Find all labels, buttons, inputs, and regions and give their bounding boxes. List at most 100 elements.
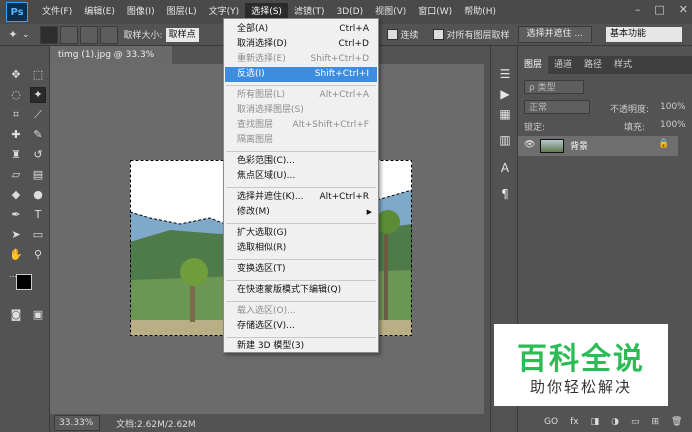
menu-help[interactable]: 帮助(H) [458,3,502,21]
sample-size-label: 取样大小: [123,31,163,41]
menu-item-grow[interactable]: 扩大选取(G) [225,226,377,241]
blur-icon[interactable]: ◆ [9,188,23,202]
zoom-field[interactable]: 33.33% [54,415,100,431]
menu-item-modify[interactable]: 修改(M) ▶ [225,205,377,220]
menu-item-new-3d-model[interactable]: 新建 3D 模型(3) [225,339,377,354]
menu-item-find-layers[interactable]: 查找图层 Alt+Shift+Ctrl+F [225,118,377,133]
hand-icon[interactable]: ✋ [9,248,23,262]
eyedropper-icon[interactable]: ⟋ [31,108,45,122]
crop-icon[interactable]: ⌗ [9,108,23,122]
subtract-from-selection-button[interactable] [79,25,98,44]
layer-row[interactable]: 👁 背景 🔒 [518,136,678,156]
trash-icon[interactable]: 🗑 [671,417,682,427]
sample-all-layers-label: 对所有图层取样 [446,31,510,41]
menu-layer[interactable]: 图层(L) [161,3,203,21]
properties-icon[interactable]: ▥ [497,132,513,148]
menu-separator [226,223,376,224]
layer-name[interactable]: 背景 [570,139,588,152]
rectangle-icon[interactable]: ▭ [31,228,45,242]
menu-item-similar[interactable]: 选取相似(R) [225,241,377,256]
eye-icon[interactable]: 👁 [524,140,536,152]
add-mask-icon[interactable]: ◨ [591,417,600,427]
select-and-mask-button[interactable]: 选择并遮住 ... [517,26,592,43]
document-tab[interactable]: timg (1).jpg @ 33.3%(RGB/8#) [50,46,172,78]
menu-separator [226,85,376,86]
dodge-icon[interactable]: ● [31,188,45,202]
fill-value[interactable]: 100% [660,120,686,130]
menu-file[interactable]: 文件(F) [36,3,78,21]
submenu-arrow-icon: ▶ [366,208,372,216]
menu-window[interactable]: 窗口(W) [412,3,458,21]
menu-item-reselect[interactable]: 重新选择(E) Shift+Ctrl+D [225,52,377,67]
menu-separator [226,259,376,260]
menu-item-deselect-layers[interactable]: 取消选择图层(S) [225,103,377,118]
sample-size-select[interactable]: 取样点 [165,27,199,42]
gradient-icon[interactable]: ▤ [31,168,45,182]
menu-item-transform-selection[interactable]: 变换选区(T) [225,262,377,277]
menu-item-load-selection[interactable]: 载入选区(O)... [225,304,377,319]
type-icon[interactable]: T [31,208,45,222]
new-group-icon[interactable]: ▭ [631,417,640,427]
close-icon[interactable]: ✕ [679,3,688,16]
menu-item-save-selection[interactable]: 存储选区(V)... [225,319,377,334]
pen-icon[interactable]: ✒ [9,208,23,222]
tab-paths[interactable]: 路径 [578,56,608,74]
select-menu-dropdown: 全部(A) Ctrl+A 取消选择(D) Ctrl+D 重新选择(E) Shift+C… [223,18,379,353]
magic-wand-icon[interactable]: ✦ [30,87,46,103]
eraser-icon[interactable]: ▱ [9,168,23,182]
foreground-color-swatch[interactable] [16,274,32,290]
tab-channels[interactable]: 通道 [548,56,578,74]
path-selection-icon[interactable]: ➤ [9,228,23,242]
magic-wand-preset-icon[interactable]: ✦ [6,28,20,42]
clone-stamp-icon[interactable]: ♜ [9,148,23,162]
menu-separator [226,301,376,302]
opacity-value[interactable]: 100% [660,102,686,112]
quick-mask-icon[interactable]: ◙ [9,308,23,322]
play-icon[interactable]: ▶ [497,86,513,102]
menu-item-inverse[interactable]: 反选(I) Shift+Ctrl+I [225,67,377,82]
paragraph-icon[interactable]: ¶ [497,186,513,202]
lock-icon: 🔒 [658,139,670,149]
add-to-selection-button[interactable] [59,25,78,44]
tab-layers[interactable]: 图层 [518,56,549,74]
contiguous-checkbox[interactable] [386,29,398,40]
intersect-selection-button[interactable] [99,25,118,44]
adjustments-icon[interactable]: ▦ [497,106,513,122]
new-selection-button[interactable] [39,25,58,44]
adjustment-layer-icon[interactable]: ◑ [611,417,619,427]
tab-styles[interactable]: 样式 [608,56,638,74]
menu-item-color-range[interactable]: 色彩范围(C)... [225,154,377,169]
menu-item-deselect[interactable]: 取消选择(D) Ctrl+D [225,37,377,52]
menu-item-isolate-layers[interactable]: 隔离图层 [225,133,377,148]
watermark-title: 百科全说 [517,342,645,377]
menu-image[interactable]: 图像(I) [121,3,161,21]
menu-item-focus-area[interactable]: 焦点区域(U)... [225,169,377,184]
history-brush-icon[interactable]: ↺ [31,148,45,162]
watermark: 百科全说 助你轻松解决 [494,324,668,406]
zoom-icon[interactable]: ⚲ [31,248,45,262]
character-icon[interactable]: A [497,160,513,176]
menu-item-all-layers[interactable]: 所有图层(L) Alt+Ctrl+A [225,88,377,103]
document-info: 文档:2.62M/2.62M [116,419,196,430]
healing-brush-icon[interactable]: ✚ [9,128,23,142]
layer-filter-select[interactable]: ρ 类型 [524,80,584,94]
workspace-select[interactable]: 基本功能 [606,27,682,42]
blend-mode-select[interactable]: 正常 [524,100,590,114]
new-layer-icon[interactable]: ⊞ [651,417,659,427]
menu-item-quick-mask[interactable]: 在快速蒙版模式下编辑(Q) [225,283,377,298]
fx-icon[interactable]: fx [570,417,579,427]
sample-all-layers-checkbox[interactable] [432,29,444,40]
brush-icon[interactable]: ✎ [31,128,45,142]
menu-item-select-and-mask[interactable]: 选择并遮住(K)... Alt+Ctrl+R [225,190,377,205]
minimize-icon[interactable]: – [635,3,641,16]
marquee-icon[interactable]: ⬚ [31,68,45,82]
history-icon[interactable]: ☰ [497,66,513,82]
link-layers-icon[interactable]: GO [544,417,558,427]
restore-icon[interactable]: □ [654,3,664,16]
move-icon[interactable]: ✥ [9,68,23,82]
chevron-down-icon[interactable]: ⌄ [22,30,30,40]
menu-edit[interactable]: 编辑(E) [78,3,121,21]
lasso-icon[interactable]: ◌ [9,88,23,102]
menu-item-select-all[interactable]: 全部(A) Ctrl+A [225,22,377,37]
screen-mode-icon[interactable]: ▣ [31,308,45,322]
